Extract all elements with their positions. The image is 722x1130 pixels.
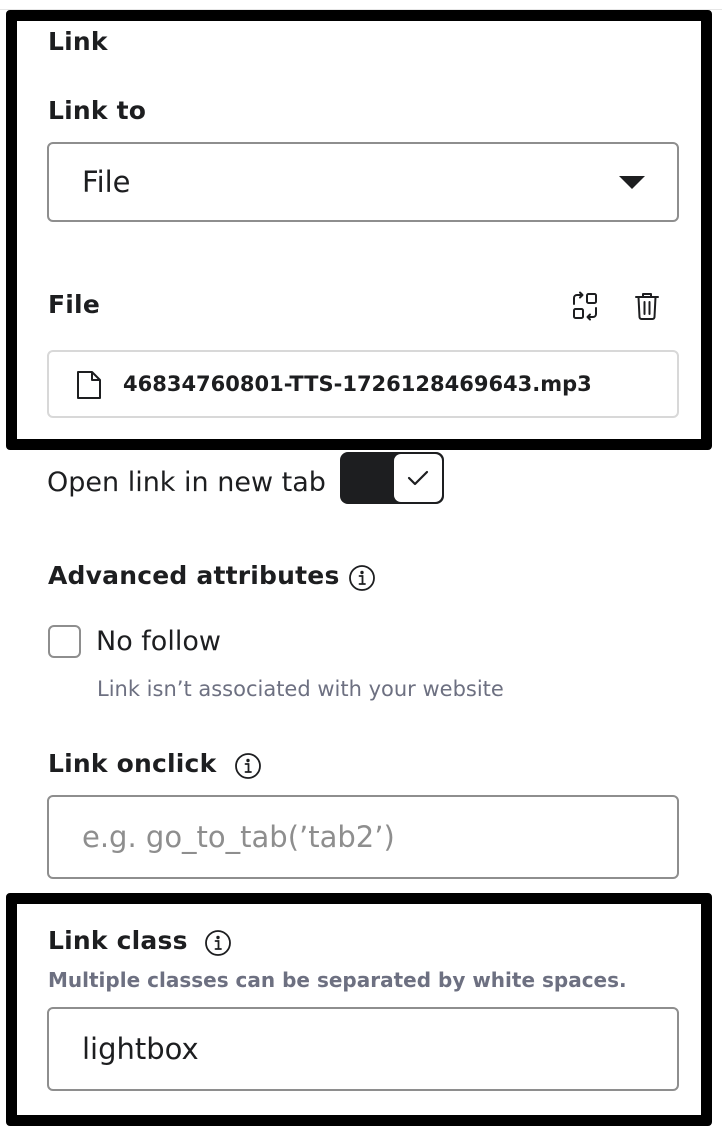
chevron-down-icon [619, 176, 645, 189]
no-follow-label: No follow [96, 626, 221, 657]
replace-file-button[interactable] [565, 286, 605, 326]
link-onclick-input[interactable] [47, 795, 679, 879]
replace-icon [573, 291, 597, 321]
link-class-help-text: Multiple classes can be separated by whi… [48, 968, 627, 992]
info-icon[interactable] [204, 929, 232, 957]
link-to-label: Link to [48, 96, 147, 125]
no-follow-help-text: Link isn’t associated with your website [97, 677, 504, 701]
info-icon[interactable] [348, 564, 376, 592]
selected-file-chip[interactable]: 46834760801-TTS-1726128469643.mp3 [47, 350, 679, 418]
toggle-knob [394, 454, 442, 502]
file-name: 46834760801-TTS-1726128469643.mp3 [123, 372, 592, 396]
trash-icon [635, 293, 659, 320]
link-to-select[interactable]: File [47, 142, 679, 222]
no-follow-checkbox[interactable] [48, 625, 81, 658]
info-icon[interactable] [234, 752, 262, 780]
link-class-title: Link class [48, 926, 188, 955]
link-class-input[interactable] [47, 1007, 679, 1091]
file-icon [77, 371, 101, 399]
new-tab-toggle[interactable] [340, 452, 444, 504]
link-settings-panel: Link Link to File File 46834760801-TTS-1… [0, 0, 722, 1130]
link-section-title: Link [48, 27, 108, 56]
link-to-selected-value: File [82, 165, 131, 199]
file-section-title: File [48, 290, 100, 319]
advanced-attributes-title: Advanced attributes [48, 561, 340, 590]
delete-file-button[interactable] [627, 286, 667, 326]
link-onclick-title: Link onclick [48, 749, 217, 778]
top-divider [0, 0, 722, 10]
new-tab-label: Open link in new tab [47, 467, 326, 498]
check-icon [407, 470, 429, 486]
